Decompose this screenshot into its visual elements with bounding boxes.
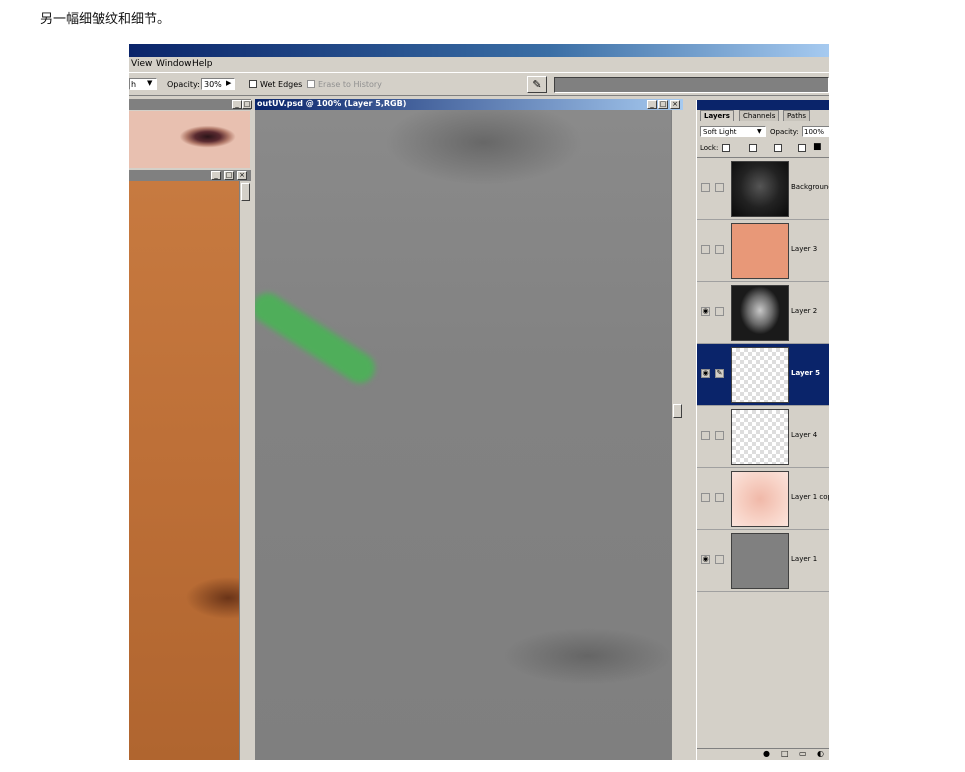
visibility-toggle[interactable]	[701, 431, 710, 440]
lock-all-checkbox[interactable]	[798, 144, 806, 152]
erase-history-checkbox[interactable]	[307, 80, 315, 88]
lock-icon: ■	[813, 142, 822, 152]
blend-mode-select[interactable]: Soft Light ▼	[700, 126, 766, 137]
skin-window-titlebar: _ □ ×	[129, 170, 251, 181]
layer-row-layer-2[interactable]: ◉ Layer 2	[697, 282, 829, 344]
page-caption: 另一幅细皱纹和细节。	[40, 12, 171, 27]
adjustment-icon[interactable]: ◐	[817, 749, 824, 758]
link-toggle[interactable]	[715, 555, 724, 564]
eye-icon[interactable]: ◉	[701, 555, 710, 564]
menu-help[interactable]: Help	[192, 59, 213, 69]
layers-panel-tabs: Layers Channels Paths	[697, 110, 829, 122]
layer-thumbnail	[731, 347, 789, 403]
layer-name: Layer 4	[791, 431, 818, 439]
chevron-down-icon: ▼	[757, 128, 762, 135]
visibility-toggle[interactable]	[701, 183, 710, 192]
layer-row-layer-4[interactable]: Layer 4	[697, 406, 829, 468]
app-titlebar	[129, 44, 829, 57]
lock-image-checkbox[interactable]	[749, 144, 757, 152]
options-bar: h ▼ Opacity: 30% ▶ Wet Edges Erase to Hi…	[129, 72, 829, 96]
eye-window-titlebar: _ □	[129, 99, 252, 110]
eye-reference-image	[129, 111, 250, 168]
wet-edges-checkbox[interactable]	[249, 80, 257, 88]
layer-thumbnail	[731, 223, 789, 279]
close-icon[interactable]: ×	[670, 100, 680, 109]
eye-icon[interactable]: ◉	[701, 369, 710, 378]
maximize-icon[interactable]: □	[224, 171, 234, 180]
document-canvas[interactable]	[255, 110, 671, 760]
layer-list: Background Layer 3 ◉ Layer 2 ◉ ✎ Layer 5	[697, 157, 829, 707]
menu-view[interactable]: View	[131, 59, 152, 69]
tab-paths[interactable]: Paths	[783, 110, 811, 121]
chevron-down-icon: ▼	[147, 79, 153, 87]
layer-name: Layer 2	[791, 307, 818, 315]
lock-position-checkbox[interactable]	[774, 144, 782, 152]
layers-panel: Layers Channels Paths Soft Light ▼ Opaci…	[696, 100, 829, 760]
photoshop-window: View Window Help h ▼ Opacity: 30% ▶ Wet …	[129, 44, 829, 760]
layer-style-icon[interactable]: ●	[763, 749, 770, 758]
new-layer-icon[interactable]: □	[781, 749, 789, 758]
layers-bottom-toolbar: ● □ ▭ ◐	[697, 748, 829, 760]
layer-thumbnail	[731, 285, 789, 341]
eye-icon[interactable]: ◉	[701, 307, 710, 316]
opacity-arrow-icon: ▶	[226, 79, 232, 87]
scroll-thumb[interactable]	[241, 183, 250, 201]
maximize-icon[interactable]: □	[242, 100, 252, 109]
lock-label: Lock:	[700, 144, 719, 152]
link-toggle[interactable]	[715, 245, 724, 254]
link-toggle[interactable]	[715, 183, 724, 192]
layer-name: Layer 1	[791, 555, 818, 563]
layer-thumbnail	[731, 471, 789, 527]
document-scrollbar[interactable]	[671, 110, 683, 760]
menubar: View Window Help	[129, 57, 829, 72]
skin-window-scrollbar[interactable]	[239, 181, 251, 760]
layer-thumbnail	[731, 161, 789, 217]
tab-channels[interactable]: Channels	[739, 110, 780, 121]
visibility-toggle[interactable]	[701, 493, 710, 502]
close-icon[interactable]: ×	[237, 171, 247, 180]
layer-name: Layer 3	[791, 245, 818, 253]
erase-history-label: Erase to History	[318, 80, 382, 89]
opacity-field[interactable]: 30% ▶	[201, 78, 235, 90]
layer-opacity-field[interactable]: 100%	[802, 126, 829, 137]
tab-layers[interactable]: Layers	[700, 110, 734, 121]
scroll-thumb[interactable]	[673, 404, 682, 418]
layer-thumbnail	[731, 533, 789, 589]
layer-row-layer-1-copy[interactable]: Layer 1 copy	[697, 468, 829, 530]
lock-transparency-checkbox[interactable]	[722, 144, 730, 152]
menu-window[interactable]: Window	[156, 59, 192, 69]
layer-name: Layer 1 copy	[791, 493, 829, 501]
layer-row-background[interactable]: Background	[697, 158, 829, 220]
document-title: outUV.psd @ 100% (Layer 5,RGB)	[257, 99, 407, 108]
layer-row-layer-5[interactable]: ◉ ✎ Layer 5	[697, 344, 829, 406]
maximize-icon[interactable]: □	[658, 100, 668, 109]
minimize-icon[interactable]: _	[211, 171, 221, 180]
layer-name: Layer 5	[791, 369, 821, 377]
skin-reference-image	[129, 181, 239, 760]
airbrush-icon[interactable]: ✎	[527, 76, 547, 93]
layers-panel-titlebar	[697, 100, 829, 110]
layer-name: Background	[791, 183, 829, 191]
visibility-toggle[interactable]	[701, 245, 710, 254]
layer-row-layer-3[interactable]: Layer 3	[697, 220, 829, 282]
layer-opacity-label: Opacity:	[770, 128, 799, 136]
layer-row-layer-1[interactable]: ◉ Layer 1	[697, 530, 829, 592]
link-toggle[interactable]	[715, 493, 724, 502]
brush-icon[interactable]: ✎	[715, 369, 724, 378]
document-titlebar: outUV.psd @ 100% (Layer 5,RGB) _ □ ×	[255, 99, 683, 110]
link-toggle[interactable]	[715, 307, 724, 316]
brush-preset-select[interactable]: h ▼	[129, 78, 157, 90]
opacity-label: Opacity:	[167, 80, 200, 89]
layer-thumbnail	[731, 409, 789, 465]
green-brush-stroke	[255, 287, 381, 389]
link-toggle[interactable]	[715, 431, 724, 440]
wet-edges-label: Wet Edges	[260, 80, 303, 89]
palette-well	[554, 77, 829, 93]
minimize-icon[interactable]: _	[647, 100, 657, 109]
folder-icon[interactable]: ▭	[799, 749, 807, 758]
minimize-icon[interactable]: _	[232, 100, 242, 109]
